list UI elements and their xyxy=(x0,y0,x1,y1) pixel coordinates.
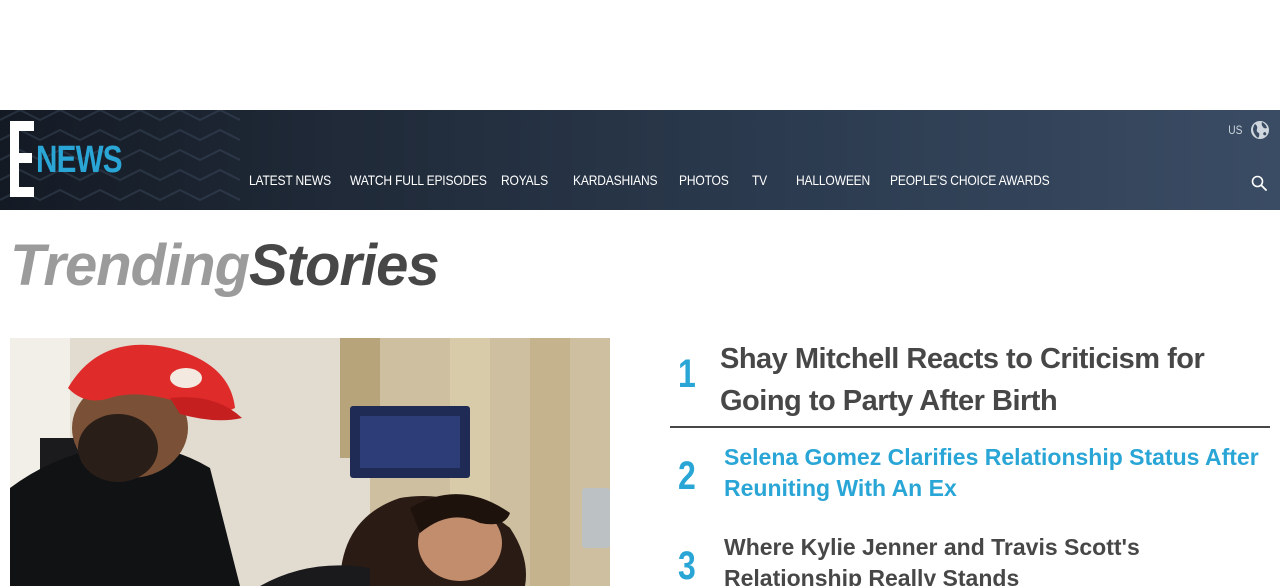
hero-photo xyxy=(10,338,610,586)
globe-icon xyxy=(1251,121,1269,139)
logo-wordmark: NEWS xyxy=(36,139,123,181)
heading-stories: Stories xyxy=(249,233,440,298)
nav-item-latest-news[interactable]: LATEST NEWS xyxy=(249,172,336,188)
nav-item-royals[interactable]: ROYALS xyxy=(501,172,563,188)
region-label: US xyxy=(1228,123,1243,137)
nav-item-halloween[interactable]: HALLOWEEN xyxy=(796,172,877,188)
trending-story-2[interactable]: 2 Selena Gomez Clarifies Relationship St… xyxy=(670,440,1270,520)
search-icon[interactable] xyxy=(1251,175,1267,191)
trending-stories-heading: TrendingStories xyxy=(10,232,440,299)
nav-item-tv[interactable]: TV xyxy=(752,172,790,188)
hero-story-image[interactable] xyxy=(10,338,610,586)
nav-item-peoples-choice-awards[interactable]: PEOPLE'S CHOICE AWARDS xyxy=(890,172,1050,188)
trending-story-3[interactable]: 3 Where Kylie Jenner and Travis Scott's … xyxy=(670,530,1270,586)
story-title-link[interactable]: Selena Gomez Clarifies Relationship Stat… xyxy=(724,442,1270,504)
main-nav: LATEST NEWS WATCH FULL EPISODES ROYALS K… xyxy=(249,172,1050,188)
story-title-link[interactable]: Where Kylie Jenner and Travis Scott's Re… xyxy=(724,532,1270,586)
nav-item-watch-full-episodes[interactable]: WATCH FULL EPISODES xyxy=(350,172,487,188)
nav-item-kardashians[interactable]: KARDASHIANS xyxy=(573,172,664,188)
heading-trending: Trending xyxy=(10,233,250,298)
nav-item-photos[interactable]: PHOTOS xyxy=(679,172,742,188)
story-rank: 3 xyxy=(678,544,696,586)
region-selector[interactable]: US xyxy=(1227,120,1270,140)
story-title-link[interactable]: Shay Mitchell Reacts to Criticism for Go… xyxy=(720,338,1270,422)
story-rank: 2 xyxy=(678,454,696,498)
ad-space xyxy=(0,0,1280,110)
top-navigation-bar: NEWS LATEST NEWS WATCH FULL EPISODES ROY… xyxy=(0,110,1280,210)
trending-story-1[interactable]: 1 Shay Mitchell Reacts to Criticism for … xyxy=(670,338,1270,428)
story-rank: 1 xyxy=(678,352,696,396)
enews-logo[interactable]: NEWS xyxy=(10,121,123,201)
e-letter-logo-mark xyxy=(10,121,34,197)
